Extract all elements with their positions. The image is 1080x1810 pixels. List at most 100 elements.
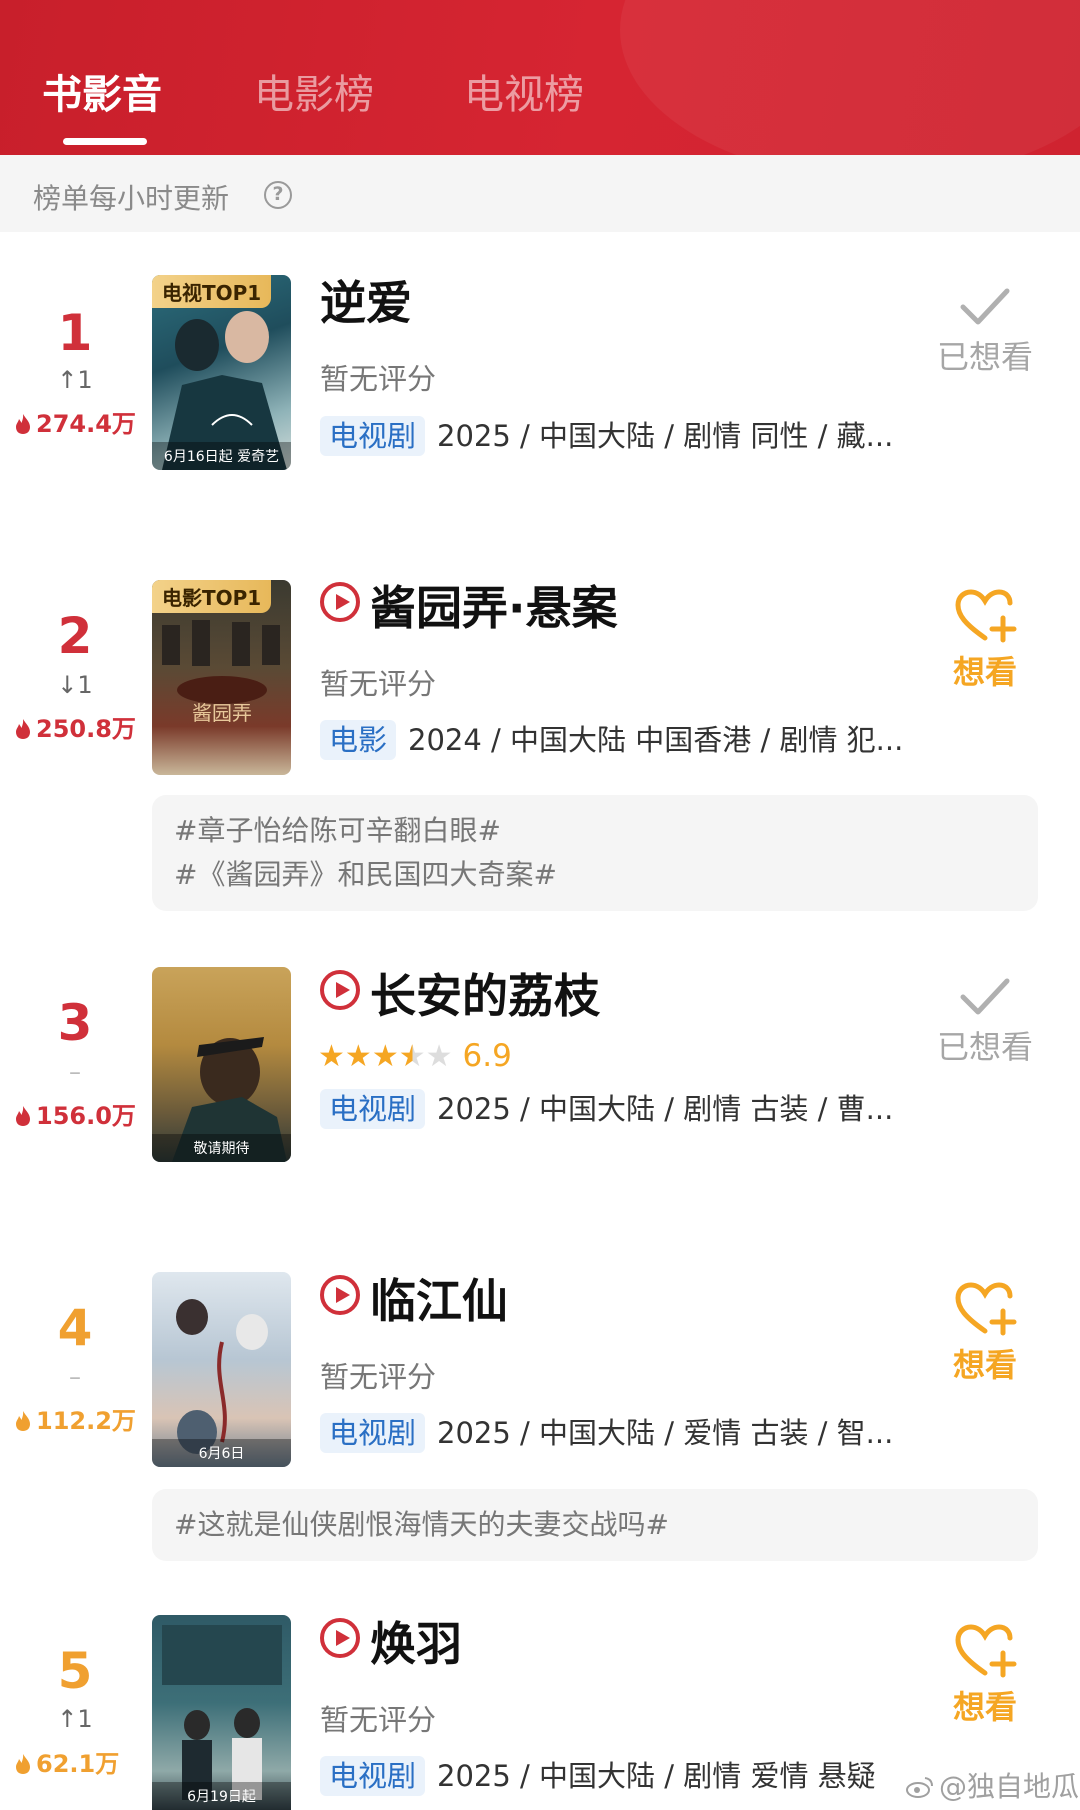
update-notice-text: 榜单每小时更新 bbox=[33, 182, 230, 215]
poster-badge: 电影TOP1 bbox=[152, 580, 272, 613]
rank-change: ↑1 bbox=[57, 1705, 93, 1733]
type-tag: 电视剧 bbox=[320, 1413, 426, 1453]
rating-text: 暂无评分 bbox=[320, 1360, 437, 1394]
wanted-label: 已想看 bbox=[936, 1028, 1033, 1066]
poster-image[interactable]: 6月6日 bbox=[152, 1272, 291, 1467]
play-icon[interactable] bbox=[320, 970, 360, 1010]
item-title[interactable]: 临江仙 bbox=[320, 1275, 508, 1327]
heat-value: 250.8万 bbox=[14, 715, 136, 743]
want-to-watch-button[interactable]: 想看 bbox=[930, 588, 1040, 692]
tab-books-movies-music[interactable]: 书影音 bbox=[42, 72, 162, 118]
poster-badge: 电视TOP1 bbox=[152, 275, 272, 308]
check-icon bbox=[960, 288, 1010, 325]
rank-change: ↓1 bbox=[57, 671, 93, 699]
want-label: 想看 bbox=[952, 1346, 1017, 1384]
topic-box: #章子怡给陈可辛翻白眼# #《酱园弄》和民国四大奇案# bbox=[152, 795, 1038, 911]
item-meta: 电视剧 2025 / 中国大陆 / 剧情 古装 / 曹... bbox=[320, 1089, 910, 1129]
question-circle-icon[interactable]: ? bbox=[264, 181, 292, 209]
rank-number: 2 bbox=[57, 607, 93, 665]
poster-caption: 6月19日起 bbox=[152, 1782, 291, 1810]
item-title[interactable]: 长安的荔枝 bbox=[320, 970, 600, 1022]
want-to-watch-button[interactable]: 想看 bbox=[930, 1623, 1040, 1727]
want-label: 想看 bbox=[952, 1688, 1017, 1726]
type-tag: 电视剧 bbox=[320, 1089, 426, 1129]
type-tag: 电视剧 bbox=[320, 1756, 426, 1796]
flame-icon bbox=[16, 1106, 30, 1126]
tab-movie-chart[interactable]: 电影榜 bbox=[254, 72, 374, 118]
rank-change: – bbox=[69, 1058, 81, 1086]
poster-caption: 6月6日 bbox=[152, 1439, 291, 1467]
weibo-watermark: @独自地瓜 bbox=[905, 1765, 1079, 1805]
type-tag: 电视剧 bbox=[320, 416, 426, 456]
poster-image[interactable]: 酱园弄 电影TOP1 bbox=[152, 580, 291, 775]
meta-text: 2025 / 中国大陆 / 剧情 同性 / 藏... bbox=[437, 419, 894, 453]
top-header: 书影音 电影榜 电视榜 bbox=[0, 0, 1080, 155]
meta-text: 2025 / 中国大陆 / 剧情 爱情 悬疑 bbox=[437, 1759, 876, 1793]
heart-plus-icon bbox=[955, 589, 1017, 643]
meta-text: 2025 / 中国大陆 / 爱情 古装 / 智... bbox=[437, 1416, 894, 1450]
topic-tag[interactable]: #章子怡给陈可辛翻白眼# bbox=[174, 809, 1016, 853]
topic-tag[interactable]: #这就是仙侠剧恨海情天的夫妻交战吗# bbox=[174, 1503, 1016, 1547]
play-icon[interactable] bbox=[320, 1275, 360, 1315]
rank-change: ↑1 bbox=[57, 366, 93, 394]
active-tab-indicator bbox=[63, 138, 147, 145]
meta-text: 2024 / 中国大陆 中国香港 / 剧情 犯... bbox=[408, 723, 904, 757]
item-meta: 电视剧 2025 / 中国大陆 / 剧情 同性 / 藏... bbox=[320, 416, 910, 456]
check-icon bbox=[960, 978, 1010, 1015]
item-title[interactable]: 逆爱 bbox=[320, 277, 412, 329]
svg-text:酱园弄: 酱园弄 bbox=[192, 701, 252, 725]
poster-image[interactable]: 6月19日起 bbox=[152, 1615, 291, 1810]
heart-plus-icon bbox=[955, 1624, 1017, 1678]
poster-caption: 6月16日起 爱奇艺 bbox=[152, 442, 291, 470]
flame-icon bbox=[16, 1754, 30, 1774]
heat-value: 156.0万 bbox=[14, 1102, 136, 1130]
poster-image[interactable]: 电视TOP1 6月16日起 爱奇艺 bbox=[152, 275, 291, 470]
rating-text: 暂无评分 bbox=[320, 362, 437, 396]
update-notice-bar: 榜单每小时更新 bbox=[0, 155, 1080, 232]
item-meta: 电视剧 2025 / 中国大陆 / 爱情 古装 / 智... bbox=[320, 1413, 910, 1453]
star-icon: ★ bbox=[344, 1039, 372, 1074]
rank-number: 5 bbox=[57, 1642, 93, 1700]
rank-number: 4 bbox=[57, 1299, 93, 1357]
flame-icon bbox=[16, 1411, 30, 1431]
meta-text: 2025 / 中国大陆 / 剧情 古装 / 曹... bbox=[437, 1092, 894, 1126]
type-tag: 电影 bbox=[320, 720, 397, 760]
rank-number: 1 bbox=[57, 304, 93, 362]
rank-change: – bbox=[69, 1363, 81, 1391]
want-to-watch-button[interactable]: 想看 bbox=[930, 1281, 1040, 1385]
rank-number: 3 bbox=[57, 994, 93, 1052]
poster-figures bbox=[176, 1299, 268, 1454]
rating-text: 暂无评分 bbox=[320, 667, 437, 701]
play-icon[interactable] bbox=[320, 582, 360, 622]
heart-plus-icon bbox=[955, 1282, 1017, 1336]
heat-value: 274.4万 bbox=[14, 410, 136, 438]
poster-image[interactable]: 敬请期待 bbox=[152, 967, 291, 1162]
heat-value: 62.1万 bbox=[14, 1750, 119, 1778]
flame-icon bbox=[16, 719, 30, 739]
rating-text: 暂无评分 bbox=[320, 1703, 437, 1737]
wanted-label: 已想看 bbox=[936, 338, 1033, 376]
star-icon: ★ bbox=[371, 1039, 399, 1074]
header-decoration bbox=[620, 0, 1080, 155]
half-star-icon: ★ bbox=[398, 1039, 426, 1074]
poster-figures bbox=[162, 1625, 282, 1800]
star-rating: ★★★★★ 6.9 bbox=[318, 1039, 512, 1074]
poster-figures bbox=[172, 1037, 287, 1162]
weibo-icon bbox=[906, 1777, 933, 1798]
wanted-button[interactable]: 已想看 bbox=[930, 285, 1040, 377]
play-icon[interactable] bbox=[320, 1618, 360, 1658]
wanted-button[interactable]: 已想看 bbox=[930, 975, 1040, 1067]
heat-value: 112.2万 bbox=[14, 1407, 136, 1435]
item-meta: 电视剧 2025 / 中国大陆 / 剧情 爱情 悬疑 bbox=[320, 1756, 910, 1796]
poster-caption: 敬请期待 bbox=[152, 1134, 291, 1162]
star-icon: ★ bbox=[425, 1039, 453, 1074]
score: 6.9 bbox=[462, 1038, 512, 1074]
item-title[interactable]: 酱园弄·悬案 bbox=[320, 582, 617, 634]
topic-box: #这就是仙侠剧恨海情天的夫妻交战吗# bbox=[152, 1489, 1038, 1561]
tab-tv-chart[interactable]: 电视榜 bbox=[464, 72, 584, 118]
want-label: 想看 bbox=[952, 653, 1017, 691]
item-title[interactable]: 焕羽 bbox=[320, 1618, 462, 1670]
flame-icon bbox=[16, 414, 30, 434]
star-icon: ★ bbox=[318, 1039, 345, 1074]
topic-tag[interactable]: #《酱园弄》和民国四大奇案# bbox=[174, 853, 1016, 897]
